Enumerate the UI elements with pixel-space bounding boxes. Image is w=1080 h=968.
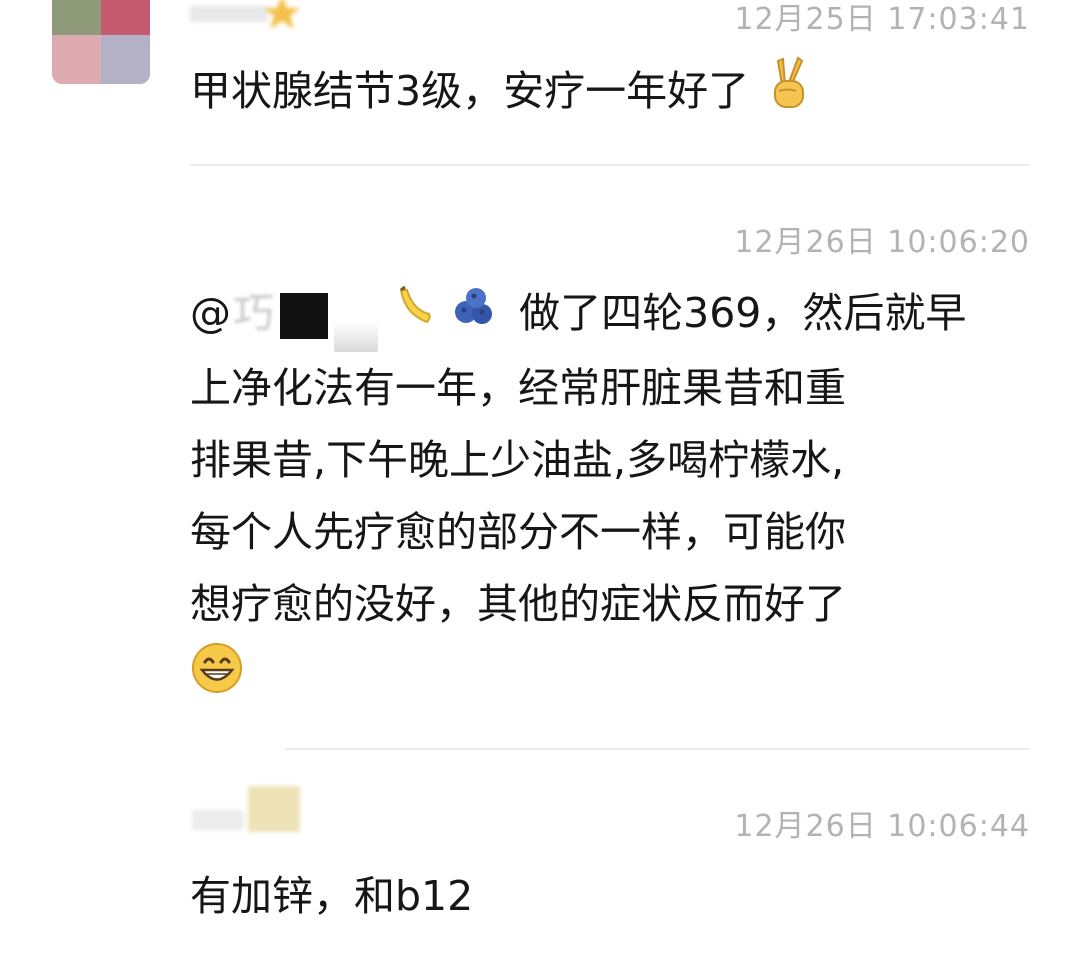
redacted-block [280, 293, 328, 339]
comment-text: 有加锌，和b12 [190, 872, 474, 920]
comment-text: @巧 做了四轮369，然后就早 上净化法有一年，经常肝脏果昔和重 排果昔,下午晚… [190, 277, 966, 717]
banana-icon [395, 280, 435, 352]
timestamp: 12月26日 10:06:20 [734, 225, 1030, 260]
comment-text-line: 想疗愈的没好，其他的症状反而好了 [190, 580, 846, 628]
grinning-face-icon [190, 641, 244, 717]
blueberries-icon [450, 280, 500, 352]
redacted-block [334, 322, 378, 352]
mention[interactable]: @巧 [190, 289, 391, 352]
timestamp: 12月26日 10:06:44 [734, 809, 1030, 844]
username-redacted [192, 786, 300, 832]
divider [285, 748, 1030, 750]
comment-text-line: 上净化法有一年，经常肝脏果昔和重 [190, 364, 846, 412]
comment-text-line: 排果昔,下午晚上少油盐,多喝柠檬水, [190, 436, 845, 484]
comment-text-line: 每个人先疗愈的部分不一样，可能你 [190, 508, 846, 556]
comment-2: 12月26日 10:06:20 @巧 做了四轮369，然后就早 上净化法有一年，… [0, 0, 1080, 750]
comment-text-line: 做了四轮369，然后就早 [519, 289, 967, 337]
mention-username-redacted: 巧 [233, 289, 274, 337]
